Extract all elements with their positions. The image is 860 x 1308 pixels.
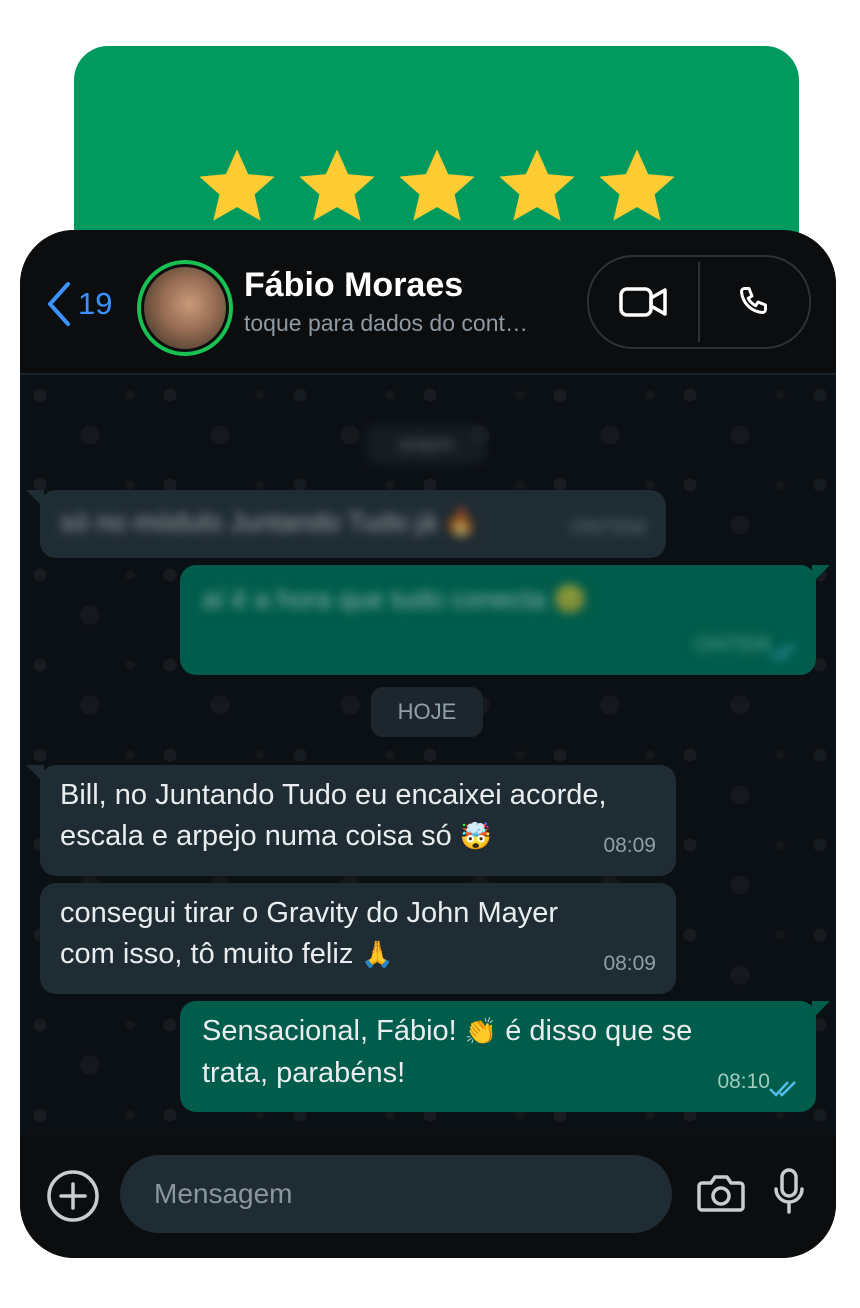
message-input[interactable] (120, 1155, 672, 1233)
message-bubble[interactable]: Bill, no Juntando Tudo eu encaixei acord… (26, 765, 676, 876)
message-time: ONTEM (570, 516, 646, 539)
chat-window: 19 Fábio Moraes toque para dados do cont… (20, 230, 836, 1258)
date-chip-blurred: ontem (366, 425, 486, 465)
camera-button[interactable] (696, 1171, 746, 1220)
message-list[interactable]: ontem só no módulo Juntando Tudo já 🔥 ON… (20, 375, 836, 1135)
read-receipt-icon (769, 1081, 796, 1097)
bubble-tail (812, 1001, 830, 1019)
call-buttons (587, 255, 811, 349)
message-bubble-blurred[interactable]: aí é a hora que tudo conecta 😊 ONTEM (180, 565, 830, 675)
camera-icon (697, 1175, 745, 1212)
message-text: Bill, no Juntando Tudo eu encaixei acord… (60, 779, 607, 852)
star-icon (593, 144, 681, 230)
microphone-button[interactable] (772, 1167, 806, 1222)
unread-count: 19 (78, 286, 113, 321)
bubble-tail (26, 765, 44, 783)
message-time: 08:09 (603, 834, 656, 857)
message-text: consegui tirar o Gravity do John Mayer c… (60, 897, 559, 970)
microphone-icon (774, 1168, 804, 1214)
date-chip: HOJE (371, 687, 483, 737)
star-rating (74, 144, 799, 230)
video-call-button[interactable] (589, 257, 698, 347)
plus-icon (47, 1170, 99, 1222)
avatar[interactable] (137, 260, 233, 356)
contact-name[interactable]: Fábio Moraes (244, 266, 463, 305)
message-time: 08:09 (603, 952, 656, 975)
phone-icon (739, 287, 767, 314)
message-bubble[interactable]: consegui tirar o Gravity do John Mayer c… (40, 883, 676, 994)
contact-subtitle[interactable]: toque para dados do cont… (244, 310, 574, 337)
message-text: Sensacional, Fábio! 👏 é disso que se tra… (202, 1015, 693, 1089)
message-time: 08:10 (717, 1070, 770, 1093)
star-icon (293, 144, 381, 230)
emoji: 🤯 (459, 822, 493, 852)
bubble-tail (812, 565, 830, 583)
star-icon (193, 144, 281, 230)
back-button[interactable]: 19 (44, 280, 112, 328)
star-icon (393, 144, 481, 230)
message-text: só no módulo Juntando Tudo já 🔥 (60, 507, 478, 537)
read-receipt-icon (769, 644, 796, 660)
voice-call-button[interactable] (700, 257, 809, 347)
avatar-photo (144, 267, 226, 349)
emoji: 👏 (464, 1017, 498, 1047)
star-icon (493, 144, 581, 230)
bubble-tail (26, 490, 44, 508)
message-bubble[interactable]: Sensacional, Fábio! 👏 é disso que se tra… (180, 1001, 830, 1112)
attach-button[interactable] (46, 1169, 100, 1228)
chat-header: 19 Fábio Moraes toque para dados do cont… (20, 230, 836, 375)
video-call-icon (618, 287, 667, 317)
message-text: aí é a hora que tudo conecta 😊 (202, 584, 587, 614)
composer-bar (20, 1135, 836, 1258)
message-time: ONTEM (694, 633, 770, 656)
emoji: 🙏 (361, 940, 394, 970)
message-bubble-blurred[interactable]: só no módulo Juntando Tudo já 🔥 ONTEM (26, 490, 666, 558)
chevron-left-icon (48, 282, 70, 326)
